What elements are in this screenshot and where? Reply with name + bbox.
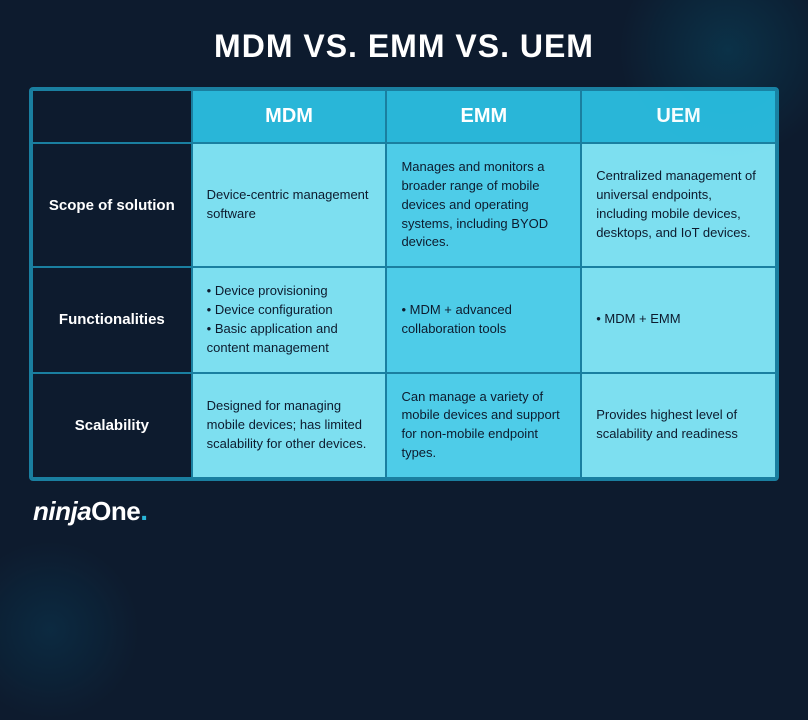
- header-empty-cell: [32, 90, 192, 143]
- scale-uem-cell: Provides highest level of scalability an…: [581, 373, 776, 478]
- scale-mdm-cell: Designed for managing mobile devices; ha…: [192, 373, 387, 478]
- func-emm-cell: • MDM + advanced collaboration tools: [386, 267, 581, 372]
- table-header-row: MDM EMM UEM: [32, 90, 776, 143]
- header-mdm: MDM: [192, 90, 387, 143]
- func-mdm-text: • Device provisioning • Device configura…: [207, 283, 338, 355]
- page-wrapper: MDM VS. EMM VS. UEM MDM EMM UEM Scope of…: [0, 0, 808, 680]
- table-row-scale: Scalability Designed for managing mobile…: [32, 373, 776, 478]
- scope-uem-cell: Centralized management of universal endp…: [581, 143, 776, 267]
- header-emm: EMM: [386, 90, 581, 143]
- row-label-scope: Scope of solution: [32, 143, 192, 267]
- logo: ninjaOne.: [33, 495, 148, 527]
- scope-emm-cell: Manages and monitors a broader range of …: [386, 143, 581, 267]
- func-mdm-cell: • Device provisioning • Device configura…: [192, 267, 387, 372]
- logo-ninja: ninja: [33, 496, 91, 526]
- scale-emm-cell: Can manage a variety of mobile devices a…: [386, 373, 581, 478]
- footer: ninjaOne.: [29, 495, 779, 527]
- row-label-func: Functionalities: [32, 267, 192, 372]
- page-title: MDM VS. EMM VS. UEM: [214, 28, 594, 65]
- row-label-scale: Scalability: [32, 373, 192, 478]
- table-row-func: Functionalities • Device provisioning • …: [32, 267, 776, 372]
- comparison-table: MDM EMM UEM Scope of solution Device-cen…: [31, 89, 777, 479]
- bg-decoration-br: [0, 540, 140, 720]
- logo-one: One: [91, 496, 140, 526]
- comparison-table-container: MDM EMM UEM Scope of solution Device-cen…: [29, 87, 779, 481]
- func-uem-cell: • MDM + EMM: [581, 267, 776, 372]
- table-row-scope: Scope of solution Device-centric managem…: [32, 143, 776, 267]
- header-uem: UEM: [581, 90, 776, 143]
- scope-mdm-cell: Device-centric management software: [192, 143, 387, 267]
- logo-dot: .: [140, 495, 147, 526]
